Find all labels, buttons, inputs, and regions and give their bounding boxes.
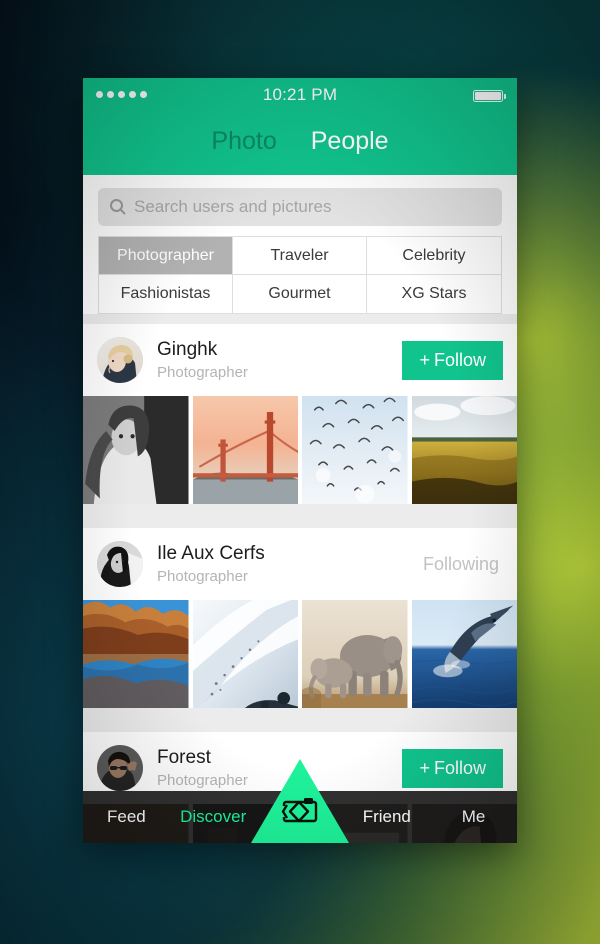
- nav-item-friend[interactable]: Friend: [343, 807, 430, 827]
- user-name: Ile Aux Cerfs: [157, 542, 265, 564]
- desktop-wallpaper: 10:21 PM Photo People Search users and p…: [0, 0, 600, 944]
- thumbnail-bw-portrait[interactable]: [83, 396, 189, 504]
- tab-photo[interactable]: Photo: [211, 129, 276, 154]
- category-grid: Photographer Traveler Celebrity Fashioni…: [98, 236, 502, 314]
- nav-item-discover[interactable]: Discover: [170, 807, 257, 827]
- user-card-header: Ginghk Photographer + Follow: [83, 324, 517, 396]
- camera-capture-button[interactable]: [251, 759, 349, 843]
- category-gourmet[interactable]: Gourmet: [233, 275, 367, 313]
- category-fashionistas[interactable]: Fashionistas: [99, 275, 233, 313]
- follow-button-label: Follow: [433, 349, 486, 370]
- photo-thumbnail-row: [83, 396, 517, 504]
- avatar[interactable]: [97, 337, 143, 383]
- tab-people[interactable]: People: [311, 129, 389, 154]
- camera-icon: [280, 796, 320, 829]
- user-card: Ile Aux Cerfs Photographer Following: [83, 528, 517, 708]
- plus-icon: +: [419, 349, 430, 370]
- nav-item-me[interactable]: Me: [430, 807, 517, 827]
- following-status[interactable]: Following: [423, 554, 503, 575]
- category-celebrity[interactable]: Celebrity: [367, 237, 501, 275]
- thumbnail-birds-flying[interactable]: [302, 396, 408, 504]
- category-traveler[interactable]: Traveler: [233, 237, 367, 275]
- phone-screen: 10:21 PM Photo People Search users and p…: [83, 78, 517, 843]
- follow-button[interactable]: + Follow: [402, 340, 503, 380]
- status-bar: 10:21 PM: [83, 78, 517, 112]
- thumbnail-snow-slope[interactable]: [192, 600, 298, 708]
- user-card-header: Ile Aux Cerfs Photographer Following: [83, 528, 517, 600]
- user-role: Photographer: [157, 567, 248, 585]
- search-placeholder: Search users and pictures: [134, 197, 332, 216]
- thumbnail-canyon-reflection[interactable]: [83, 600, 189, 708]
- user-role: Photographer: [157, 363, 248, 381]
- top-tab-bar: Photo People: [83, 112, 517, 175]
- avatar[interactable]: [97, 541, 143, 587]
- thumbnail-elephants[interactable]: [302, 600, 408, 708]
- battery-icon: [473, 90, 506, 102]
- category-xg-stars[interactable]: XG Stars: [367, 275, 501, 313]
- thumbnail-golden-field[interactable]: [411, 396, 517, 504]
- category-photographer[interactable]: Photographer: [99, 237, 233, 275]
- search-input[interactable]: Search users and pictures: [98, 188, 502, 226]
- status-bar-time: 10:21 PM: [262, 85, 338, 104]
- follow-button[interactable]: + Follow: [402, 748, 503, 788]
- avatar[interactable]: [97, 745, 143, 791]
- search-section: Search users and pictures: [83, 175, 517, 236]
- user-identity: Ginghk Photographer: [157, 338, 402, 382]
- follow-button-label: Follow: [433, 757, 486, 778]
- plus-icon: +: [419, 757, 430, 778]
- thumbnail-golden-gate-sunset[interactable]: [192, 396, 298, 504]
- user-card: Ginghk Photographer + Follow: [83, 324, 517, 504]
- thumbnail-marlin-ocean[interactable]: [411, 600, 517, 708]
- search-icon: [110, 199, 123, 212]
- user-name: Ginghk: [157, 338, 218, 360]
- user-identity: Ile Aux Cerfs Photographer: [157, 542, 423, 586]
- nav-item-feed[interactable]: Feed: [83, 807, 170, 827]
- photo-thumbnail-row: [83, 600, 517, 708]
